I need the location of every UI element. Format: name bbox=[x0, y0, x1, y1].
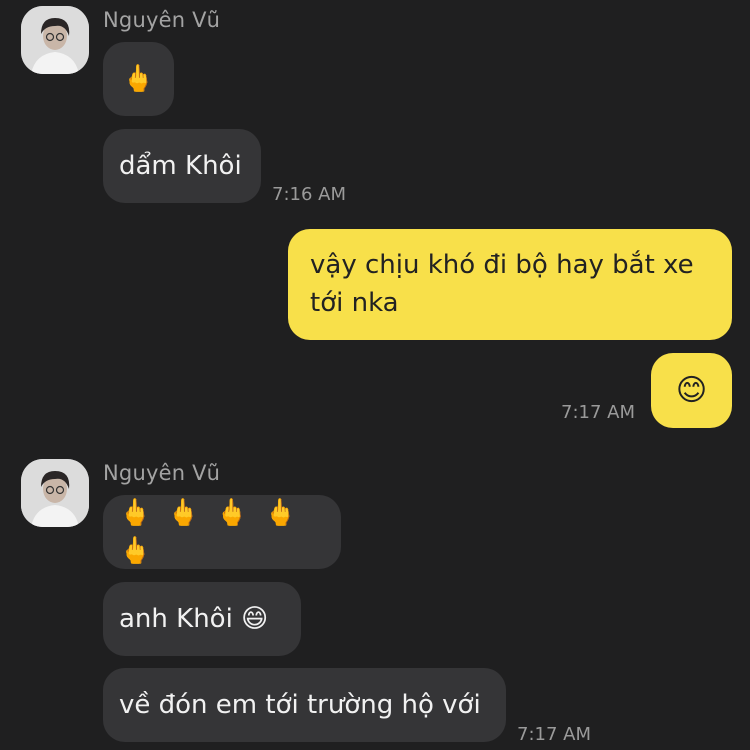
message-text: anh Khôi 😄 bbox=[119, 604, 269, 634]
message-bubble[interactable]: về đón em tới trường hộ với bbox=[103, 668, 506, 742]
message-bubble[interactable]: 🖕🖕🖕🖕🖕 bbox=[103, 495, 341, 569]
avatar[interactable] bbox=[21, 459, 89, 527]
message-text: về đón em tới trường hộ với bbox=[119, 690, 481, 720]
timestamp: 7:16 AM bbox=[272, 184, 346, 205]
avatar[interactable] bbox=[21, 6, 89, 74]
avatar-photo-icon bbox=[21, 459, 89, 527]
message-bubble[interactable]: 🖕 bbox=[103, 42, 174, 116]
timestamp: 7:17 AM bbox=[517, 724, 591, 745]
middle-finger-emoji-icon: 🖕 bbox=[122, 64, 155, 94]
avatar-photo-icon bbox=[21, 6, 89, 74]
message-bubble-outgoing[interactable]: vậy chịu khó đi bộ hay bắt xe tới nka bbox=[288, 229, 732, 340]
message-text: dẩm Khôi bbox=[119, 151, 242, 181]
message-bubble[interactable]: anh Khôi 😄 bbox=[103, 582, 301, 656]
message-text: vậy chịu khó đi bộ hay bắt xe tới nka bbox=[310, 250, 694, 318]
sender-name: Nguyên Vũ bbox=[103, 461, 221, 485]
message-bubble[interactable]: dẩm Khôi bbox=[103, 129, 261, 203]
middle-finger-emoji-icon: 🖕🖕🖕🖕🖕 bbox=[119, 498, 313, 566]
message-bubble-outgoing[interactable]: 😊 bbox=[651, 353, 732, 428]
timestamp: 7:17 AM bbox=[561, 402, 635, 423]
sender-name: Nguyên Vũ bbox=[103, 8, 221, 32]
smiling-face-emoji-icon: 😊 bbox=[675, 372, 708, 408]
